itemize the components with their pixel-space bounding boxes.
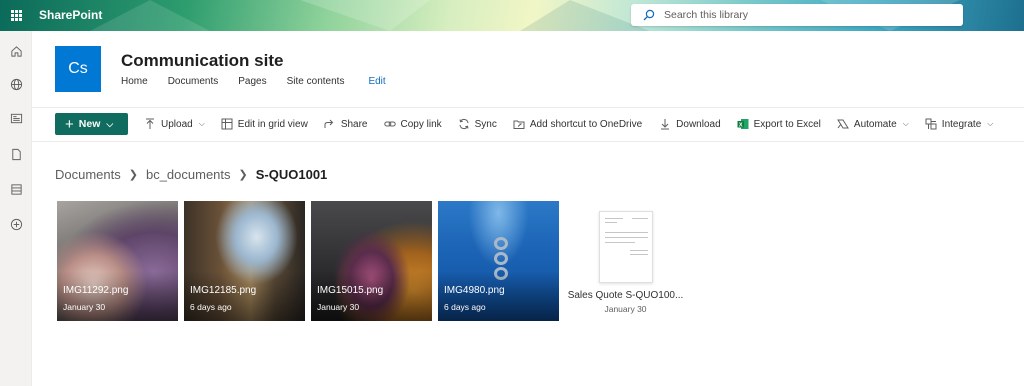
grid-view-button[interactable]: Edit in grid view	[221, 113, 308, 135]
copy-link-label: Copy link	[400, 118, 442, 130]
file-tile-img12185[interactable]: IMG12185.png 6 days ago	[184, 201, 305, 321]
create-icon[interactable]	[8, 216, 24, 232]
upload-icon	[146, 118, 154, 129]
search-input[interactable]	[664, 9, 944, 21]
automate-button[interactable]: Automate ⌵	[837, 113, 909, 135]
download-label: Download	[676, 118, 721, 130]
nav-documents[interactable]: Documents	[168, 76, 219, 87]
svg-text:X: X	[739, 122, 743, 128]
file-date: January 30	[317, 302, 360, 312]
sync-label: Sync	[474, 118, 497, 130]
link-icon	[383, 121, 396, 127]
integrate-icon	[925, 118, 937, 130]
share-label: Share	[340, 118, 368, 130]
export-excel-label: Export to Excel	[753, 118, 821, 130]
automate-icon	[837, 119, 849, 129]
upload-label: Upload	[161, 118, 193, 130]
integrate-button[interactable]: Integrate ⌵	[925, 113, 993, 135]
nav-site-contents[interactable]: Site contents	[287, 76, 345, 87]
file-name: Sales Quote S-QUO100...	[567, 290, 684, 301]
news-icon[interactable]	[8, 110, 24, 126]
file-date: January 30	[604, 304, 647, 314]
automate-label: Automate	[853, 118, 897, 130]
file-tile-img15015[interactable]: IMG15015.png January 30	[311, 201, 432, 321]
document-thumbnail	[599, 211, 653, 283]
site-title[interactable]: Communication site	[121, 51, 283, 71]
header-divider	[32, 107, 1024, 108]
file-tile-sales-quote[interactable]: Sales Quote S-QUO100... January 30	[565, 201, 686, 321]
home-icon[interactable]	[8, 43, 24, 59]
nav-pages[interactable]: Pages	[238, 76, 266, 87]
file-name: IMG11292.png	[63, 285, 129, 296]
search-box[interactable]	[631, 4, 963, 26]
nav-home[interactable]: Home	[121, 76, 148, 87]
file-tile-img4980[interactable]: IMG4980.png 6 days ago	[438, 201, 559, 321]
file-name: IMG12185.png	[190, 285, 257, 296]
share-button[interactable]: Share	[324, 113, 368, 135]
upload-button[interactable]: Upload ⌵	[144, 113, 205, 135]
excel-icon: X	[737, 119, 749, 129]
waffle-icon[interactable]	[0, 0, 32, 31]
grid-view-label: Edit in grid view	[237, 118, 308, 130]
app-bar	[0, 31, 32, 386]
nav-edit-link[interactable]: Edit	[368, 76, 385, 87]
globe-icon[interactable]	[8, 76, 24, 92]
brand-name[interactable]: SharePoint	[39, 8, 102, 22]
file-tile-img11292[interactable]: IMG11292.png January 30	[57, 201, 178, 321]
breadcrumb-documents[interactable]: Documents	[55, 167, 121, 182]
suite-bar: SharePoint	[0, 0, 1024, 31]
grid-icon	[221, 118, 233, 130]
site-logo[interactable]: Cs	[55, 46, 101, 92]
share-icon	[324, 119, 334, 128]
new-label: New	[78, 118, 101, 130]
add-shortcut-label: Add shortcut to OneDrive	[529, 118, 643, 130]
breadcrumb-current: S-QUO1001	[255, 167, 328, 182]
command-divider	[32, 141, 1024, 142]
download-button[interactable]: Download	[659, 113, 721, 135]
sync-button[interactable]: Sync	[458, 113, 497, 135]
download-icon	[661, 119, 670, 130]
chevron-right-icon: ❯	[238, 169, 248, 181]
add-shortcut-button[interactable]: Add shortcut to OneDrive	[513, 113, 642, 135]
shortcut-icon	[513, 120, 525, 129]
chevron-right-icon: ❯	[128, 169, 138, 181]
sync-icon	[459, 118, 469, 130]
list-icon[interactable]	[8, 181, 24, 197]
integrate-label: Integrate	[941, 118, 982, 130]
file-date: January 30	[63, 302, 106, 312]
command-bar: + New ⌵ Upload ⌵ Edit in grid view Share Co…	[55, 113, 993, 135]
copy-link-button[interactable]: Copy link	[383, 113, 442, 135]
file-date: 6 days ago	[444, 302, 486, 312]
breadcrumb-bc-documents[interactable]: bc_documents	[146, 167, 231, 182]
file-name: IMG4980.png	[444, 285, 505, 296]
search-icon	[643, 9, 655, 21]
new-button[interactable]: + New ⌵	[55, 113, 128, 135]
file-date: 6 days ago	[190, 302, 232, 312]
site-nav: Home Documents Pages Site contents Edit	[121, 76, 406, 87]
page-icon[interactable]	[8, 146, 24, 162]
breadcrumb: Documents ❯ bc_documents ❯ S-QUO1001	[55, 167, 327, 182]
file-name: IMG15015.png	[317, 285, 384, 296]
export-excel-button[interactable]: X Export to Excel	[737, 113, 821, 135]
